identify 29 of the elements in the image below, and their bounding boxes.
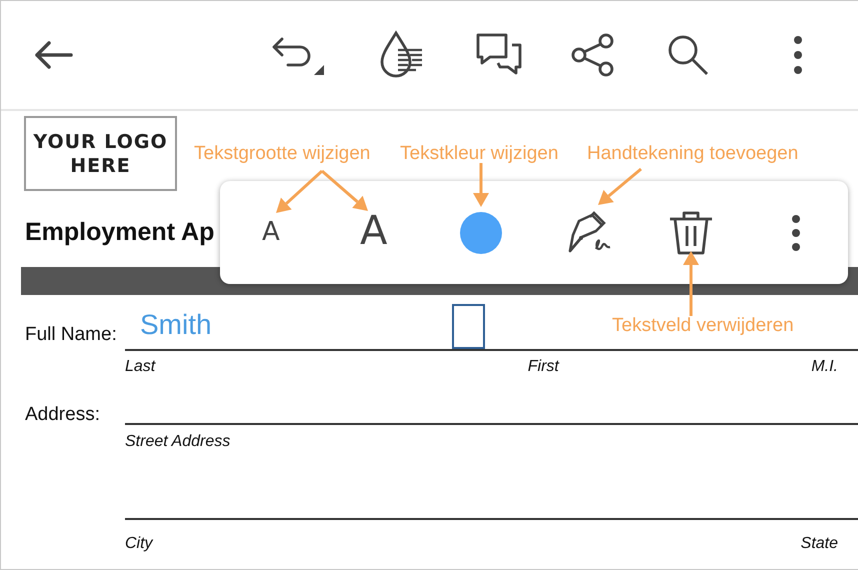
field-caption: City [125,534,153,554]
field-label: Full Name: [24,323,118,347]
field-value: Smith [140,309,212,341]
trash-icon[interactable] [668,211,714,255]
field-caption: Last [125,357,156,377]
callout-arrow [683,251,699,316]
callout-arrow [321,170,368,211]
field-caption: First [528,357,559,377]
field-caption: Street Address [125,432,230,452]
text-field-box[interactable] [452,304,485,349]
more-icon[interactable] [791,214,801,252]
share-icon[interactable] [570,32,616,78]
callout-label: Tekstveld verwijderen [612,315,794,337]
callout-arrow [276,170,324,213]
logo-text: YOUR LOGO HERE [33,130,168,178]
smaller-text-button[interactable]: A [262,218,280,245]
callout-arrow [473,163,489,207]
larger-text-button[interactable]: A [360,211,388,251]
field-caption: State [800,534,838,554]
callout-arrow [598,168,642,205]
callout-label: Tekstgrootte wijzigen [194,143,370,165]
callout-label: Tekstkleur wijzigen [400,143,558,165]
more-icon[interactable] [792,35,804,75]
field-caption: M.I. [811,357,838,377]
search-icon[interactable] [666,33,710,77]
callout-label: Handtekening toevoegen [587,143,798,165]
document-title: Employment Ap [25,217,214,247]
text-color-button[interactable] [460,212,502,254]
field-label: Address: [24,403,101,427]
